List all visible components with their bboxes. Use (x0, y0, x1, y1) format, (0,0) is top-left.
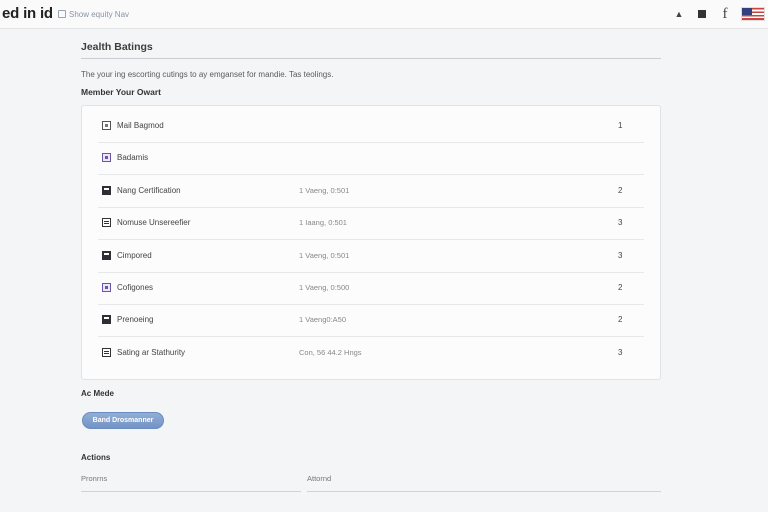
page-icon (58, 10, 66, 18)
certificate-icon (102, 186, 111, 195)
actions-fields: Pronrns Attornd (81, 474, 661, 492)
row-date: 1 Iaang, 0:501 (299, 218, 347, 227)
top-bar: ed in id Show equity Nav ▲ f (0, 0, 768, 29)
row-name: Nomuse Unsereefier (117, 218, 191, 227)
row-count: 3 (618, 348, 623, 357)
row-date: 1 Vaeng0:A50 (299, 315, 346, 324)
settings-row[interactable]: Nang Certification 1 Vaeng, 0:501 2 (98, 175, 644, 208)
row-count: 1 (618, 121, 623, 130)
row-name: Cofigones (117, 283, 154, 292)
row-name: Cimpored (117, 251, 152, 260)
settings-row[interactable]: Mail Bagmod 1 (98, 110, 644, 143)
calendar-icon (102, 251, 111, 260)
settings-row[interactable]: Sating ar Stathurity Con, 56 44.2 Hngs 3 (98, 337, 644, 369)
row-count: 3 (618, 251, 623, 260)
monitor-icon (102, 218, 111, 227)
row-name: Mail Bagmod (117, 121, 164, 130)
search-text: Show equity Nav (69, 9, 130, 19)
search-breadcrumb[interactable]: Show equity Nav (58, 7, 138, 21)
brand-logo[interactable]: ed in id (2, 5, 53, 22)
top-icons: ▲ f (663, 4, 768, 24)
list-icon (102, 348, 111, 357)
row-date: 1 Vaeng, 0:500 (299, 283, 350, 292)
lock-icon (102, 315, 111, 324)
row-count: 2 (618, 315, 623, 324)
puzzle-icon (102, 153, 111, 162)
row-date: 1 Vaeng, 0:501 (299, 186, 350, 195)
image-icon (102, 121, 111, 130)
settings-row[interactable]: Cimpored 1 Vaeng, 0:501 3 (98, 240, 644, 273)
facebook-icon[interactable]: f (718, 6, 732, 22)
row-name: Prenoeing (117, 315, 154, 324)
row-date: Con, 56 44.2 Hngs (299, 348, 362, 357)
member-subheading: Member Your Owart (81, 87, 161, 97)
us-flag-icon[interactable] (741, 7, 765, 21)
square-icon[interactable] (695, 7, 709, 21)
row-name: Badamis (117, 153, 149, 162)
settings-row[interactable]: Prenoeing 1 Vaeng0:A50 2 (98, 304, 644, 337)
settings-row[interactable]: Nomuse Unsereefier 1 Iaang, 0:501 3 (98, 207, 644, 240)
row-count: 2 (618, 186, 623, 195)
row-count: 2 (618, 283, 623, 292)
left-field[interactable]: Pronrns (81, 474, 301, 492)
row-count: 3 (618, 218, 623, 227)
title-divider (81, 58, 661, 59)
right-field[interactable]: Attornd (307, 474, 661, 492)
row-date: 1 Vaeng, 0:501 (299, 251, 350, 260)
person-icon[interactable]: ▲ (672, 7, 686, 21)
intro-text: The your ing escorting cutings to ay emg… (81, 70, 334, 79)
row-name: Nang Certification (117, 186, 181, 195)
page-title: Jealth Batings (81, 41, 153, 53)
primary-action-button[interactable]: Band Drosmanner (82, 412, 164, 429)
actions-label: Actions (81, 453, 111, 462)
settings-row[interactable]: Badamis (98, 142, 644, 175)
settings-row[interactable]: Cofigones 1 Vaeng, 0:500 2 (98, 272, 644, 305)
ad-mode-label: Ac Mede (81, 389, 114, 398)
puzzle-icon (102, 283, 111, 292)
row-name: Sating ar Stathurity (117, 348, 186, 357)
settings-card: Mail Bagmod 1 Badamis Nang Certification… (81, 105, 661, 380)
